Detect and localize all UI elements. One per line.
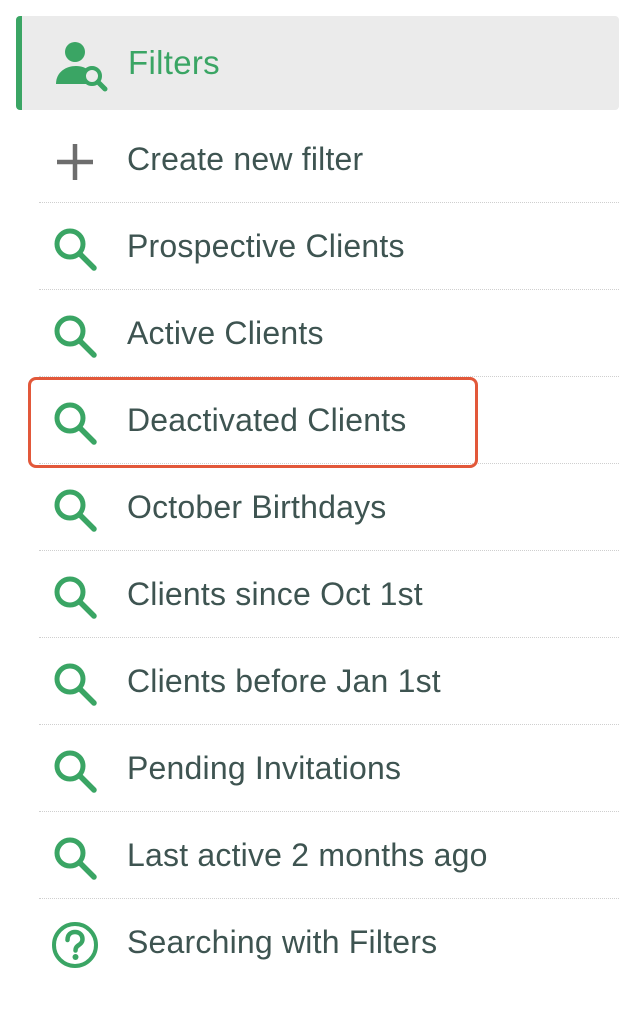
search-icon: [51, 486, 99, 534]
create-new-filter-button[interactable]: Create new filter: [39, 116, 619, 203]
search-icon: [51, 834, 99, 882]
filter-last-active-2-months-ago[interactable]: Last active 2 months ago: [39, 812, 619, 899]
plus-icon: [51, 138, 99, 186]
menu-item-label: Clients since Oct 1st: [127, 576, 423, 612]
filter-active-clients[interactable]: Active Clients: [39, 290, 619, 377]
search-icon: [51, 747, 99, 795]
menu-item-label: Prospective Clients: [127, 228, 405, 264]
user-search-icon: [52, 38, 108, 94]
filter-october-birthdays[interactable]: October Birthdays: [39, 464, 619, 551]
filters-header[interactable]: Filters: [16, 16, 619, 110]
filter-deactivated-clients[interactable]: Deactivated Clients: [39, 377, 619, 464]
menu-item-label: October Birthdays: [127, 489, 387, 525]
search-icon: [51, 573, 99, 621]
filter-prospective-clients[interactable]: Prospective Clients: [39, 203, 619, 290]
help-circle-icon: [51, 921, 99, 969]
search-icon: [51, 660, 99, 708]
menu-item-label: Pending Invitations: [127, 750, 402, 786]
searching-with-filters-help-link[interactable]: Searching with Filters: [39, 899, 619, 986]
menu-item-label: Searching with Filters: [127, 924, 438, 960]
page-title: Filters: [128, 44, 220, 81]
menu-item-label: Deactivated Clients: [127, 402, 407, 438]
menu-item-label: Clients before Jan 1st: [127, 663, 441, 699]
search-icon: [51, 312, 99, 360]
menu-item-label: Active Clients: [127, 315, 324, 351]
menu-item-label: Last active 2 months ago: [127, 837, 488, 873]
filter-clients-since-oct-1st[interactable]: Clients since Oct 1st: [39, 551, 619, 638]
filter-pending-invitations[interactable]: Pending Invitations: [39, 725, 619, 812]
search-icon: [51, 399, 99, 447]
search-icon: [51, 225, 99, 273]
filter-clients-before-jan-1st[interactable]: Clients before Jan 1st: [39, 638, 619, 725]
menu-item-label: Create new filter: [127, 141, 364, 177]
